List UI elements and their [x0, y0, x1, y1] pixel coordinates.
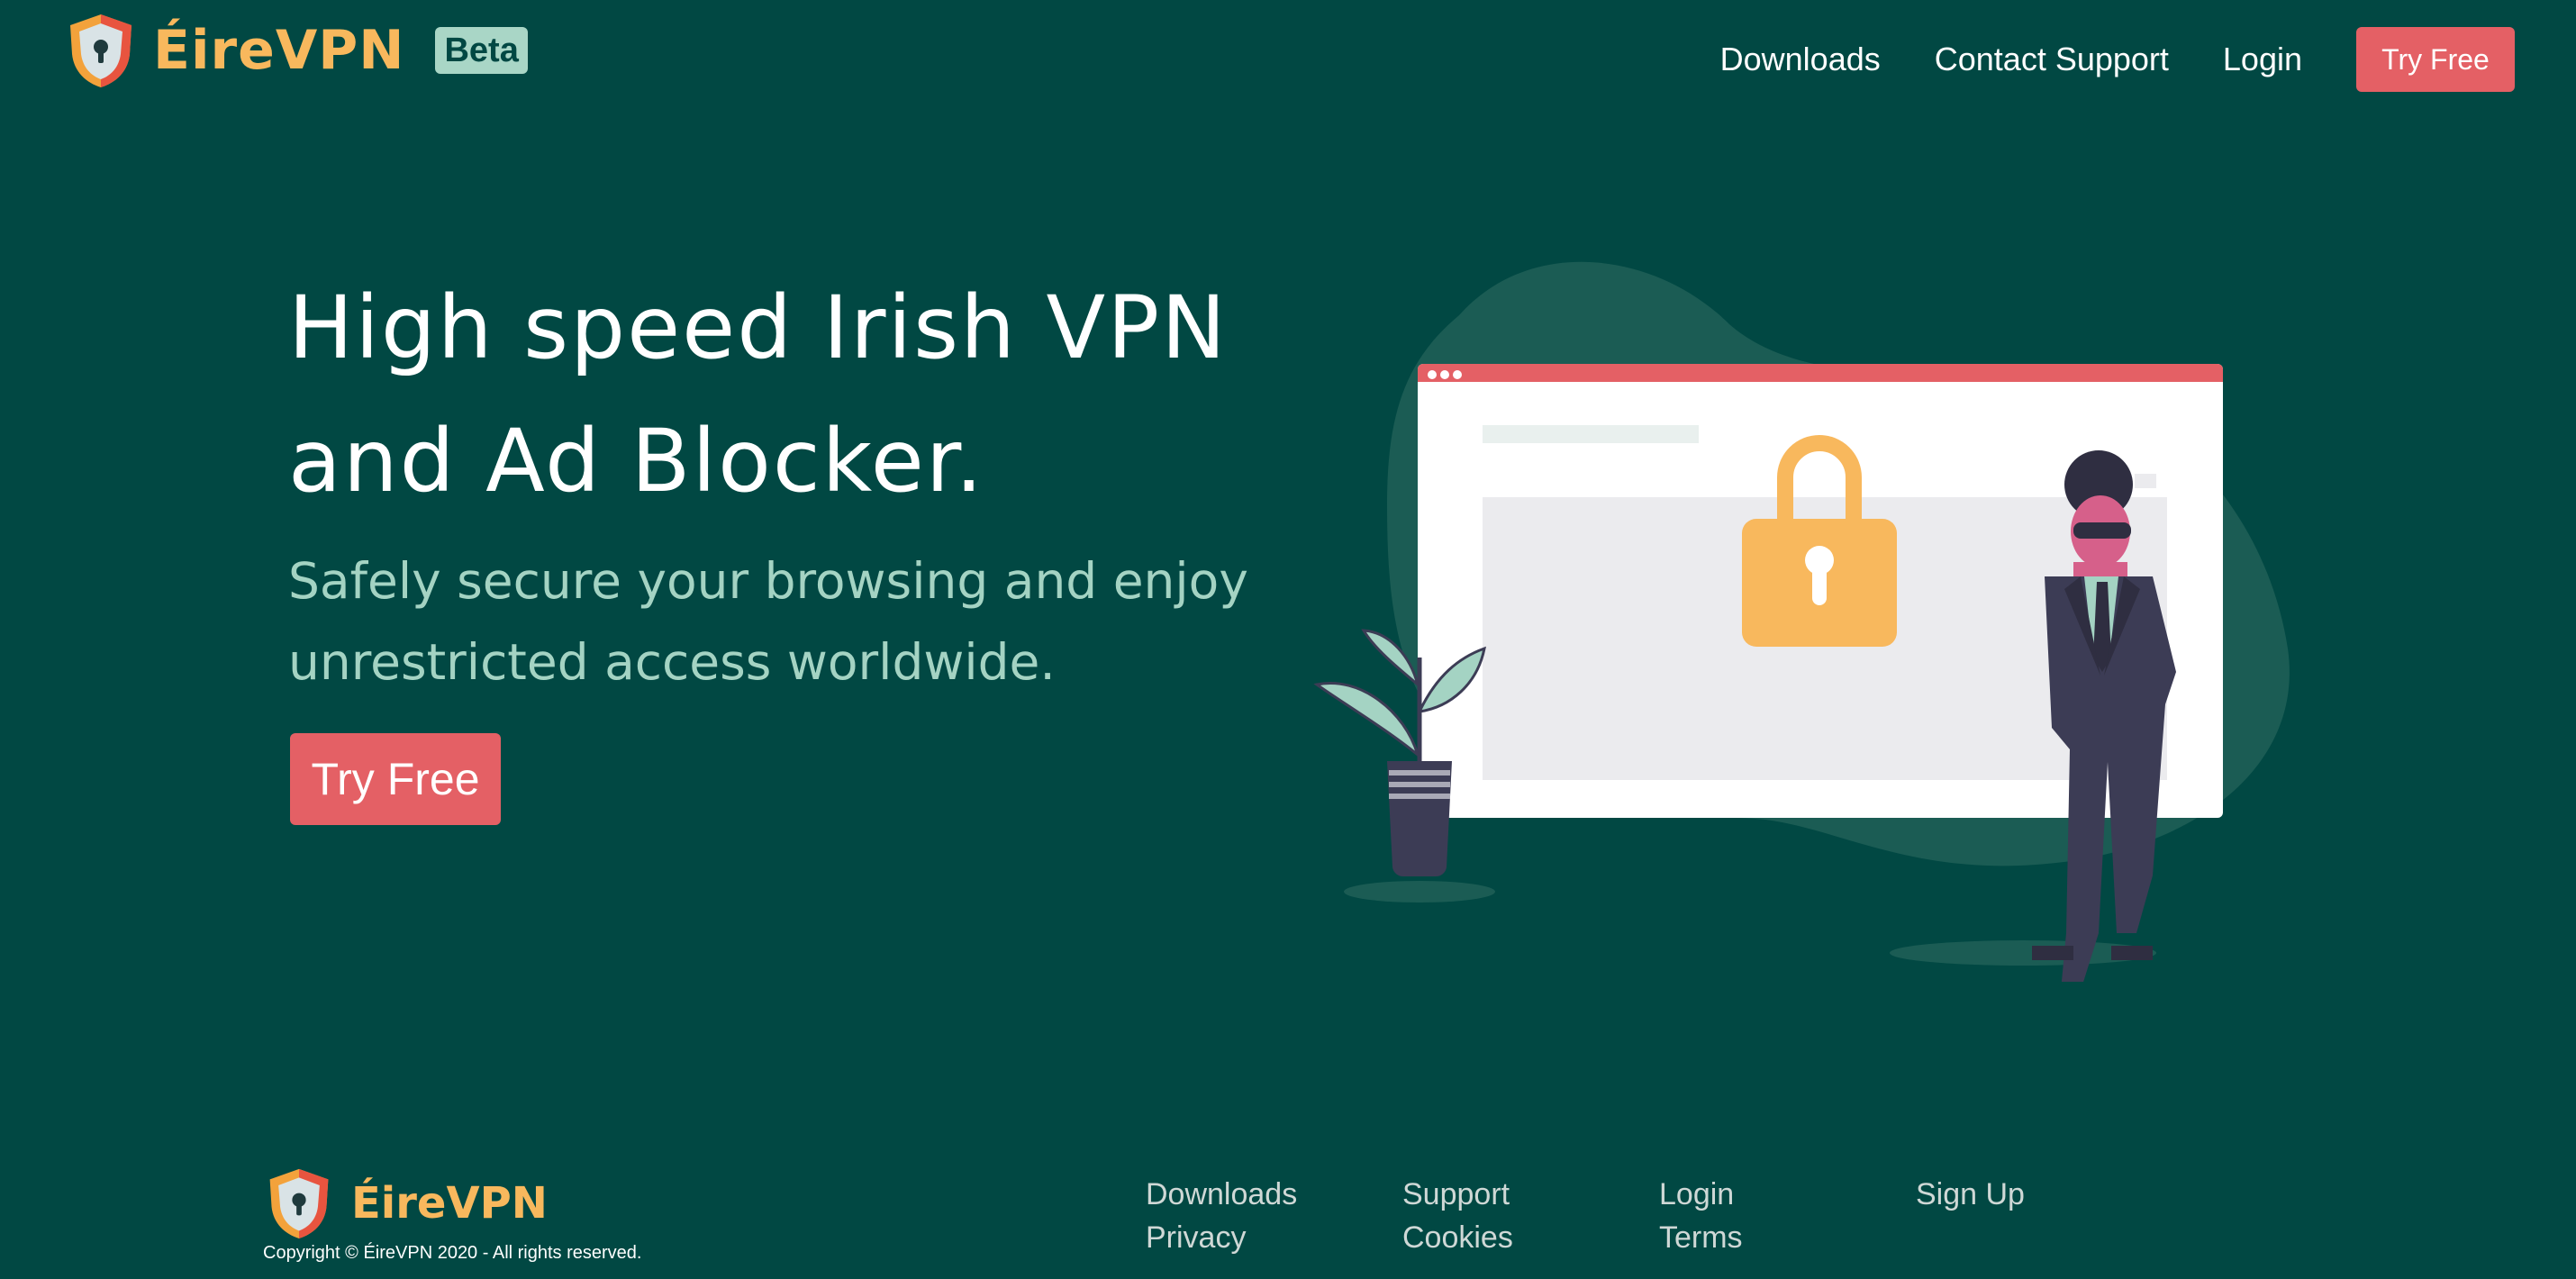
brand-logo-link[interactable]: ÉireVPN Beta — [68, 13, 528, 88]
nav-contact-support-link[interactable]: Contact Support — [1935, 41, 2169, 78]
hero-try-free-button[interactable]: Try Free — [290, 733, 501, 825]
footer-brand-name: ÉireVPN — [351, 1178, 548, 1229]
footer-downloads-link[interactable]: Downloads — [1146, 1173, 1297, 1216]
footer-terms-link[interactable]: Terms — [1659, 1216, 1743, 1259]
hero-subtitle: Safely secure your browsing and enjoy un… — [288, 540, 1315, 703]
hero-title-line-2: and Ad Blocker. — [288, 411, 985, 512]
brand-name: ÉireVPN — [153, 19, 405, 82]
hero-illustration — [1297, 261, 2306, 982]
hero-subtitle-line-2: unrestricted access worldwide. — [288, 633, 1056, 691]
footer-column-2: Support Cookies — [1402, 1173, 1513, 1259]
footer-login-link[interactable]: Login — [1659, 1173, 1743, 1216]
footer-privacy-link[interactable]: Privacy — [1146, 1216, 1297, 1259]
site-header: ÉireVPN Beta Downloads Contact Support L… — [0, 0, 2576, 117]
footer-brand-logo[interactable]: ÉireVPN — [267, 1167, 548, 1239]
hero-title: High speed Irish VPN and Ad Blocker. — [288, 261, 1297, 528]
hero-subtitle-line-1: Safely secure your browsing and enjoy — [288, 552, 1248, 610]
footer-column-3: Login Terms — [1659, 1173, 1743, 1259]
beta-badge: Beta — [435, 27, 528, 74]
shield-keyhole-icon — [269, 1168, 329, 1239]
nav-downloads-link[interactable]: Downloads — [1720, 41, 1881, 78]
copyright-text: Copyright © ÉireVPN 2020 - All rights re… — [263, 1243, 642, 1263]
footer-sign-up-link[interactable]: Sign Up — [1916, 1173, 2025, 1216]
shield-keyhole-icon — [70, 14, 132, 87]
nav-login-link[interactable]: Login — [2223, 41, 2302, 78]
footer-column-4: Sign Up — [1916, 1173, 2025, 1216]
footer-cookies-link[interactable]: Cookies — [1402, 1216, 1513, 1259]
hero-title-line-1: High speed Irish VPN — [288, 277, 1228, 378]
top-nav: Downloads Contact Support Login Try Free — [1666, 27, 2515, 92]
footer-support-link[interactable]: Support — [1402, 1173, 1513, 1216]
footer-column-1: Downloads Privacy — [1146, 1173, 1297, 1259]
nav-try-free-button[interactable]: Try Free — [2356, 27, 2515, 92]
